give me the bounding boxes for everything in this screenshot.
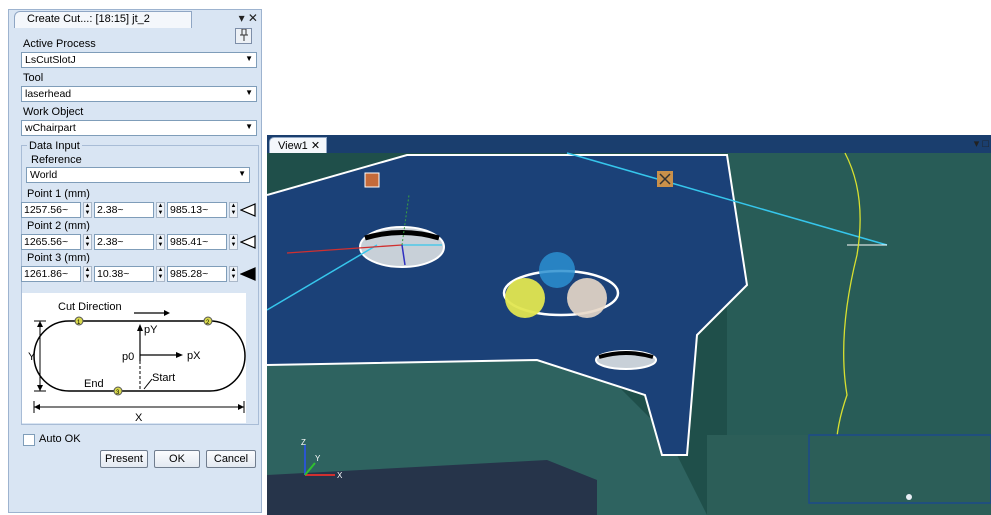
data-input-title: Data Input (27, 140, 82, 152)
view1-tab-label: View1 (278, 140, 308, 152)
point3-y-input[interactable]: 10.38~ (94, 266, 154, 282)
point1-y-input[interactable]: 2.38~ (94, 202, 154, 218)
tool-label: Tool (23, 72, 44, 84)
chevron-down-icon: ▼ (245, 122, 253, 131)
point3-y-spinner[interactable]: ▲ ▼ (156, 266, 165, 282)
close-icon[interactable]: ✕ (311, 140, 320, 152)
axis-gizmo: Z X Y (301, 438, 343, 480)
ok-button[interactable]: OK (154, 450, 200, 468)
pick-point2-icon[interactable] (240, 235, 256, 249)
axis-x-label: X (337, 471, 343, 480)
cut-direction-label: Cut Direction (58, 301, 122, 313)
work-object-value: wChairpart (25, 122, 76, 134)
reference-label: Reference (31, 154, 82, 166)
chevron-down-icon: ▼ (238, 169, 246, 178)
axis-y-label: Y (315, 454, 321, 463)
point2-y-spinner[interactable]: ▲ ▼ (156, 234, 165, 250)
tool-select[interactable]: laserhead ▼ (21, 86, 257, 102)
auto-ok-checkbox[interactable] (23, 434, 35, 446)
p0-label: p0 (122, 351, 134, 363)
panel-window-controls[interactable]: ▾ ✕ (239, 11, 258, 25)
px-label: pX (187, 350, 201, 362)
chevron-down-icon: ▼ (245, 54, 253, 63)
pin-icon[interactable] (235, 28, 252, 44)
3d-viewport[interactable]: Z X Y View1 ✕ ▾ □ (267, 135, 991, 515)
cancel-button[interactable]: Cancel (206, 450, 256, 468)
scene-canvas[interactable] (267, 135, 991, 515)
work-object-select[interactable]: wChairpart ▼ (21, 120, 257, 136)
active-process-value: LsCutSlotJ (25, 54, 76, 66)
point2-z-input[interactable]: 985.41~ (167, 234, 227, 250)
point3-x-input[interactable]: 1261.86~ (21, 266, 81, 282)
point2-label: Point 2 (mm) (27, 220, 90, 232)
point1-y-spinner[interactable]: ▲ ▼ (156, 202, 165, 218)
reference-select[interactable]: World ▼ (26, 167, 250, 183)
py-label: pY (144, 324, 158, 336)
work-object-label: Work Object (23, 106, 84, 118)
slot-cut-diagram: Cut Direction 1 2 3 pY pX p0 Start End Y (22, 293, 246, 424)
chevron-down-icon: ▼ (245, 88, 253, 97)
point2-z-spinner[interactable]: ▲ ▼ (229, 234, 238, 250)
point2-x-spinner[interactable]: ▲ ▼ (83, 234, 92, 250)
viewport-window-controls[interactable]: ▾ □ (974, 137, 989, 150)
end-label: End (84, 378, 104, 390)
view1-tab[interactable]: View1 ✕ (269, 137, 327, 153)
point1-x-input[interactable]: 1257.56~ (21, 202, 81, 218)
axis-z-label: Z (301, 438, 306, 447)
point1-x-spinner[interactable]: ▲ ▼ (83, 202, 92, 218)
point1-z-input[interactable]: 985.13~ (167, 202, 227, 218)
point2-x-input[interactable]: 1265.56~ (21, 234, 81, 250)
x-dimension-label: X (135, 412, 143, 423)
pick-point3-icon[interactable] (240, 267, 256, 281)
point2-y-input[interactable]: 2.38~ (94, 234, 154, 250)
point3-label: Point 3 (mm) (27, 252, 90, 264)
active-process-label: Active Process (23, 38, 96, 50)
auto-ok-label: Auto OK (39, 433, 81, 445)
point3-x-spinner[interactable]: ▲ ▼ (83, 266, 92, 282)
pick-point1-icon[interactable] (240, 203, 256, 217)
point1-label: Point 1 (mm) (27, 188, 90, 200)
reference-value: World (30, 169, 58, 181)
panel-tab-title: Create Cut...: [18:15] jt_2 (27, 13, 150, 25)
present-button[interactable]: Present (100, 450, 148, 468)
point3-z-spinner[interactable]: ▲ ▼ (229, 266, 238, 282)
y-dimension-label: Y (28, 351, 36, 363)
point3-z-input[interactable]: 985.28~ (167, 266, 227, 282)
panel-tab[interactable]: Create Cut...: [18:15] jt_2 (14, 11, 192, 28)
create-cut-panel: Create Cut...: [18:15] jt_2 ▾ ✕ Active P… (8, 9, 262, 513)
start-label: Start (152, 372, 175, 384)
tool-value: laserhead (25, 88, 72, 100)
active-process-select[interactable]: LsCutSlotJ ▼ (21, 52, 257, 68)
point1-z-spinner[interactable]: ▲ ▼ (229, 202, 238, 218)
